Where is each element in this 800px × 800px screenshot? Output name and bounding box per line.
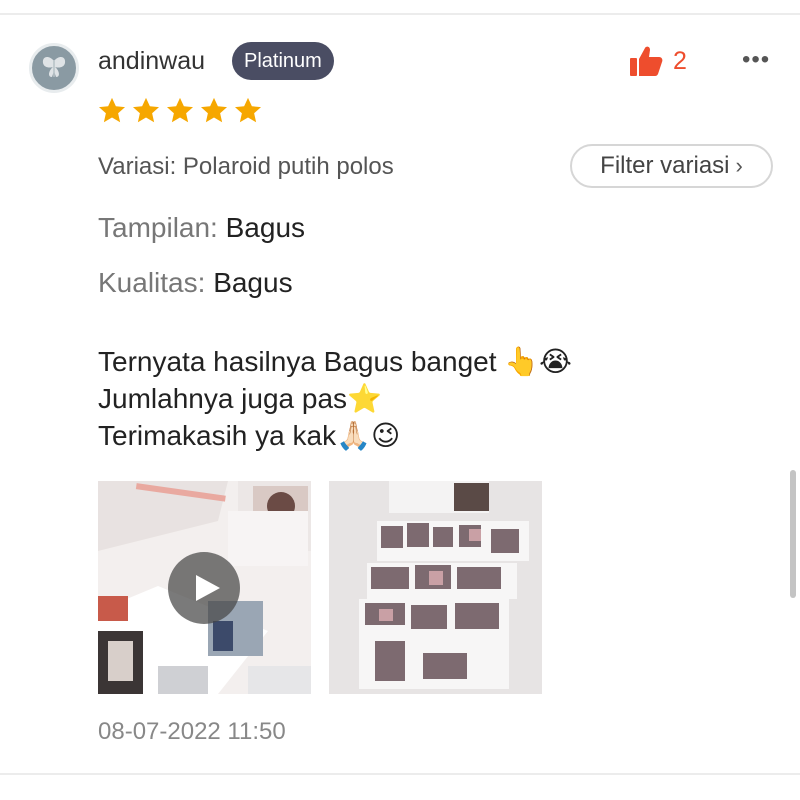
star-icon (235, 97, 261, 123)
membership-badge: Platinum (232, 42, 334, 80)
like-button[interactable]: 2 (629, 45, 687, 77)
butterfly-icon (42, 57, 66, 77)
attribute-key: Tampilan: (98, 212, 218, 243)
filter-variation-label: Filter variasi (600, 152, 730, 179)
bottom-divider (0, 773, 800, 775)
like-count: 2 (673, 47, 687, 75)
attribute-appearance: Tampilan: Bagus (98, 211, 305, 245)
photo-thumbnail-image (329, 481, 542, 694)
attribute-value: Bagus (213, 267, 293, 298)
star-rating (97, 96, 263, 126)
play-icon (196, 575, 220, 601)
more-options-icon[interactable]: ••• (742, 48, 770, 72)
review-timestamp: 08-07-2022 11:50 (98, 718, 286, 745)
variation-text: Variasi: Polaroid putih polos (98, 153, 394, 180)
star-icon (99, 97, 125, 123)
star-icon (133, 97, 159, 123)
star-icon (201, 97, 227, 123)
play-button[interactable] (168, 552, 240, 624)
top-divider (0, 13, 800, 15)
filter-variation-button[interactable]: Filter variasi › (570, 144, 773, 188)
username[interactable]: andinwau (98, 46, 205, 76)
star-icon (167, 97, 193, 123)
avatar[interactable] (29, 43, 79, 93)
review-comment: Ternyata hasilnya Bagus banget 👆😭 Jumlah… (98, 343, 572, 454)
review-video-thumbnail[interactable] (98, 481, 311, 694)
attribute-value: Bagus (225, 212, 306, 243)
chevron-right-icon: › (735, 153, 743, 178)
comment-line: Terimakasih ya kak🙏🏻😉 (98, 420, 401, 451)
attribute-key: Kualitas: (98, 267, 206, 298)
thumbs-up-icon (630, 46, 663, 76)
comment-line: Jumlahnya juga pas⭐ (98, 383, 382, 414)
scrollbar[interactable] (790, 470, 796, 598)
review-photo-thumbnail[interactable] (329, 481, 542, 694)
comment-line: Ternyata hasilnya Bagus banget 👆😭 (98, 346, 572, 377)
attribute-quality: Kualitas: Bagus (98, 266, 293, 300)
